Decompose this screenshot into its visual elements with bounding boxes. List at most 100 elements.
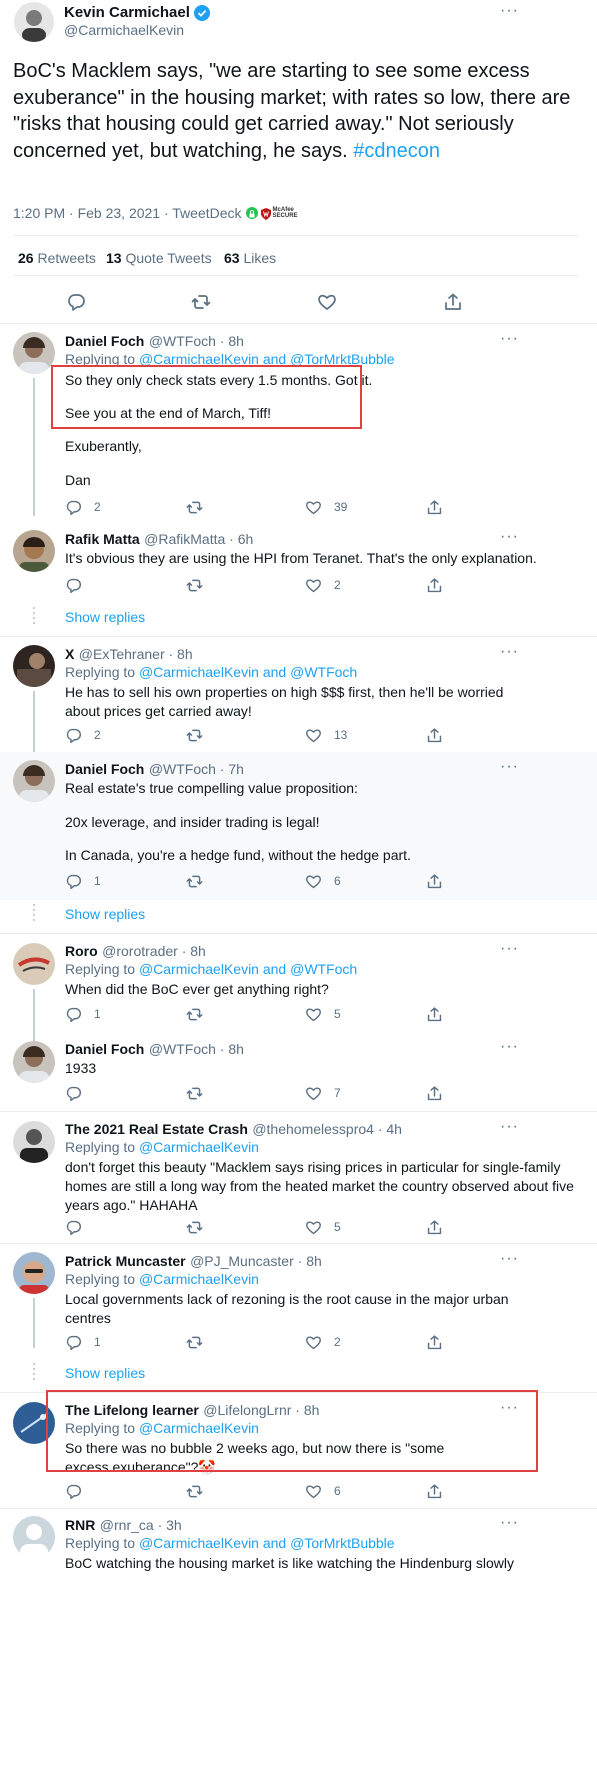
- more-options-icon[interactable]: ···: [500, 1250, 519, 1268]
- reply-author-name[interactable]: Daniel Foch: [65, 761, 144, 777]
- share-button[interactable]: [426, 575, 443, 595]
- show-replies-link[interactable]: Show replies: [65, 906, 145, 922]
- replying-to-link[interactable]: @CarmichaelKevin and @WTFoch: [139, 961, 357, 977]
- like-button[interactable]: 13: [305, 725, 347, 745]
- reply-button[interactable]: 1: [65, 1332, 101, 1352]
- tweet-meta[interactable]: 1:20 PM · Feb 23, 2021 · TweetDeck: [13, 205, 242, 221]
- reply-button[interactable]: [65, 575, 82, 595]
- reply-author-name[interactable]: Roro: [65, 943, 98, 959]
- retweet-button[interactable]: [186, 871, 203, 891]
- like-button[interactable]: 6: [305, 871, 341, 891]
- reply-author-handle[interactable]: @thehomelesspro4 · 4h: [252, 1121, 402, 1137]
- reply-button[interactable]: 2: [65, 725, 101, 745]
- retweet-button[interactable]: [186, 1083, 203, 1103]
- reply-author-name[interactable]: Daniel Foch: [65, 333, 144, 349]
- like-button[interactable]: 7: [305, 1083, 341, 1103]
- retweets-stat[interactable]: 26 Retweets: [18, 250, 96, 266]
- reply-author-name[interactable]: RNR: [65, 1517, 95, 1533]
- reply-author-handle[interactable]: @rnr_ca · 3h: [100, 1517, 182, 1533]
- replying-to-link[interactable]: @CarmichaelKevin: [139, 1139, 259, 1155]
- avatar[interactable]: [13, 1121, 55, 1163]
- retweet-button[interactable]: [186, 497, 203, 517]
- reply-line: 1933: [65, 1060, 97, 1076]
- reply-author-name[interactable]: Patrick Muncaster: [65, 1253, 186, 1269]
- more-options-icon[interactable]: ···: [500, 1038, 519, 1056]
- reply-author-handle[interactable]: @WTFoch · 8h: [149, 1041, 244, 1057]
- reply-button[interactable]: [65, 1481, 82, 1501]
- more-options-icon[interactable]: ···: [500, 1514, 519, 1532]
- thread-line: [33, 691, 35, 753]
- share-button[interactable]: [426, 1481, 443, 1501]
- reply-author-name[interactable]: The 2021 Real Estate Crash: [65, 1121, 248, 1137]
- quote-tweets-stat[interactable]: 13 Quote Tweets: [106, 250, 212, 266]
- avatar[interactable]: [13, 760, 55, 802]
- more-options-icon[interactable]: ···: [500, 758, 519, 776]
- likes-stat[interactable]: 63 Likes: [224, 250, 276, 266]
- reply-author-handle[interactable]: @PJ_Muncaster · 8h: [190, 1253, 322, 1269]
- more-options-icon[interactable]: ···: [500, 528, 519, 546]
- retweet-button[interactable]: [186, 725, 203, 745]
- retweet-icon: [186, 1336, 203, 1348]
- avatar[interactable]: [14, 2, 54, 42]
- more-options-icon[interactable]: ···: [500, 643, 519, 661]
- reply-author-handle[interactable]: @rorotrader · 8h: [102, 943, 206, 959]
- more-options-icon[interactable]: ···: [500, 1118, 519, 1136]
- reply-author-name[interactable]: Daniel Foch: [65, 1041, 144, 1057]
- like-button[interactable]: 2: [305, 575, 341, 595]
- like-button[interactable]: 6: [305, 1481, 341, 1501]
- like-button[interactable]: 39: [305, 497, 347, 517]
- reply-author-handle[interactable]: @WTFoch · 8h: [149, 333, 244, 349]
- avatar[interactable]: [13, 530, 55, 572]
- more-options-icon[interactable]: ···: [500, 2, 519, 20]
- share-button[interactable]: [426, 725, 443, 745]
- retweet-button[interactable]: [186, 1004, 203, 1024]
- avatar[interactable]: [13, 1041, 55, 1083]
- share-button[interactable]: [426, 1004, 443, 1024]
- reply-button[interactable]: 2: [65, 497, 101, 517]
- avatar[interactable]: [13, 332, 55, 374]
- like-button[interactable]: [317, 292, 337, 312]
- like-button[interactable]: 5: [305, 1217, 341, 1237]
- reply-button[interactable]: [65, 1217, 82, 1237]
- replying-to-link[interactable]: @CarmichaelKevin and @TorMrktBubble: [139, 1535, 395, 1551]
- avatar[interactable]: [13, 645, 55, 687]
- reply-author-handle[interactable]: @ExTehraner · 8h: [79, 646, 193, 662]
- avatar[interactable]: [13, 1516, 55, 1558]
- share-button[interactable]: [426, 1083, 443, 1103]
- reply-button[interactable]: 1: [65, 871, 101, 891]
- reply-author-name[interactable]: X: [65, 646, 74, 662]
- avatar[interactable]: [13, 1252, 55, 1294]
- replying-to-link[interactable]: @CarmichaelKevin: [139, 1271, 259, 1287]
- more-options-icon[interactable]: ···: [500, 940, 519, 958]
- author-name[interactable]: Kevin Carmichael: [64, 4, 190, 21]
- reply-count: 2: [94, 500, 101, 514]
- show-replies-link[interactable]: Show replies: [65, 1365, 145, 1381]
- share-button[interactable]: [426, 497, 443, 517]
- heart-icon: [306, 1086, 321, 1100]
- mcafee-shield-icon: [260, 207, 271, 220]
- reply-button[interactable]: [65, 1083, 82, 1103]
- retweet-button[interactable]: [191, 292, 211, 312]
- share-icon: [445, 293, 461, 310]
- reply-button[interactable]: 1: [65, 1004, 101, 1024]
- replying-to-link[interactable]: @CarmichaelKevin and @WTFoch: [139, 664, 357, 680]
- share-button[interactable]: [426, 871, 443, 891]
- reply-author-handle[interactable]: @RafikMatta · 6h: [144, 531, 253, 547]
- like-button[interactable]: 2: [305, 1332, 341, 1352]
- more-options-icon[interactable]: ···: [500, 330, 519, 348]
- share-button[interactable]: [426, 1332, 443, 1352]
- avatar[interactable]: [13, 943, 55, 985]
- like-button[interactable]: 5: [305, 1004, 341, 1024]
- retweet-button[interactable]: [186, 1332, 203, 1352]
- show-replies-link[interactable]: Show replies: [65, 609, 145, 625]
- retweet-button[interactable]: [186, 575, 203, 595]
- hashtag-link[interactable]: #cdnecon: [353, 140, 440, 162]
- share-button[interactable]: [443, 292, 463, 312]
- reply-author-handle[interactable]: @WTFoch · 7h: [149, 761, 244, 777]
- reply-author-name[interactable]: Rafik Matta: [65, 531, 140, 547]
- reply-button[interactable]: [66, 292, 86, 312]
- retweet-button[interactable]: [186, 1217, 203, 1237]
- retweet-button[interactable]: [186, 1481, 203, 1501]
- share-button[interactable]: [426, 1217, 443, 1237]
- author-handle[interactable]: @CarmichaelKevin: [64, 22, 184, 38]
